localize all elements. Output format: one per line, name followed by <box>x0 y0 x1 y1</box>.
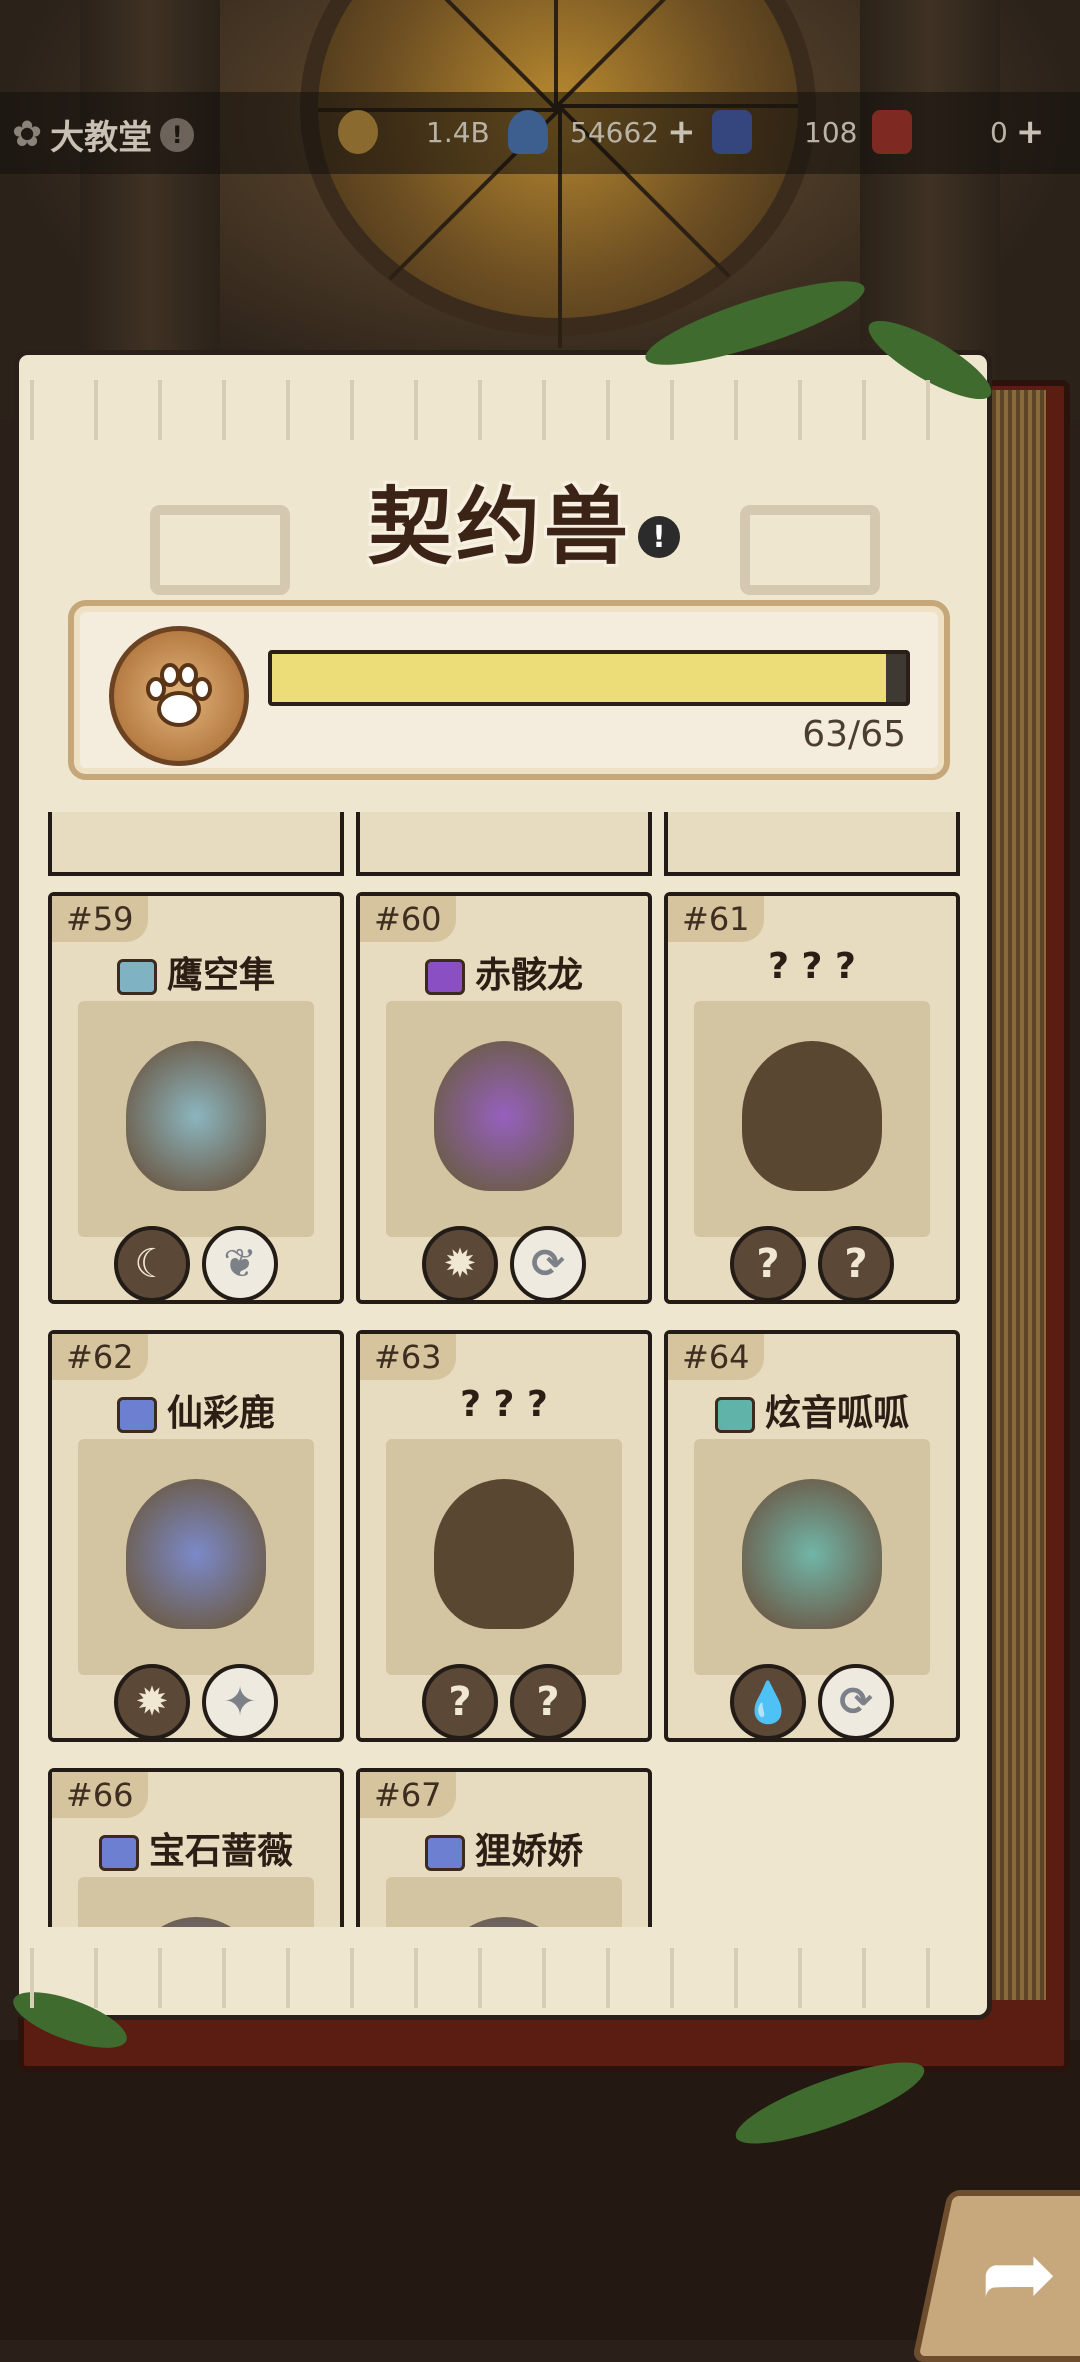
star-badge-icon: ✦ <box>202 1664 278 1740</box>
card-number: #63 <box>360 1334 456 1380</box>
element-badges: ✹ ⟳ <box>360 1226 648 1302</box>
top-status-bar: ✿ 大教堂 ! 1.4B 54662 + 108 0 + <box>0 92 1080 174</box>
card-number: #59 <box>52 896 148 942</box>
card-partial[interactable] <box>48 812 344 876</box>
collection-progress-fill <box>272 654 887 702</box>
card-number: #64 <box>668 1334 764 1380</box>
card-name-text: ? ? ? <box>768 946 856 987</box>
element-badges: ✹ ✦ <box>52 1664 340 1740</box>
water-badge-icon: 💧 <box>730 1664 806 1740</box>
card-name: 赤骸龙 <box>360 946 648 998</box>
rarity-emblem-icon <box>116 1397 157 1433</box>
beast-card[interactable]: #61? ? ??? <box>664 892 960 1304</box>
beast-card[interactable]: #66 宝石蔷薇 <box>48 1768 344 1927</box>
page-border-pattern <box>20 380 960 440</box>
beast-portrait <box>386 1001 622 1237</box>
sun-badge-icon: ✹ <box>114 1664 190 1740</box>
beast-portrait <box>78 1439 314 1675</box>
beast-card[interactable]: #67 狸娇娇 <box>356 1768 652 1927</box>
rarity-emblem-icon <box>116 959 157 995</box>
blue-ticket-icon <box>712 110 752 154</box>
leaf-badge-icon: ❦ <box>202 1226 278 1302</box>
red-ticket-value: 0 <box>990 115 1008 149</box>
sun-badge-icon: ✹ <box>422 1226 498 1302</box>
blue-crystal-icon <box>508 110 548 154</box>
arrow-right-icon: ➦ <box>980 2220 1058 2327</box>
card-name: ? ? ? <box>360 1384 648 1425</box>
unknown-badge-icon: ? <box>818 1226 894 1302</box>
red-ticket-add-button[interactable]: + <box>1016 112 1045 152</box>
rarity-emblem-icon <box>424 1835 465 1871</box>
beast-portrait <box>78 1001 314 1237</box>
beast-silhouette <box>694 1001 930 1237</box>
collection-progress-text: 63/65 <box>802 714 906 755</box>
page-title: 契约兽 <box>367 478 632 576</box>
card-name-text: 鹰空隼 <box>166 955 275 996</box>
rarity-emblem-icon <box>714 1397 755 1433</box>
card-number: #62 <box>52 1334 148 1380</box>
beast-silhouette <box>386 1439 622 1675</box>
red-ticket-icon <box>872 110 912 154</box>
element-badges: ?? <box>360 1664 648 1740</box>
card-name-text: 仙彩鹿 <box>166 1393 275 1434</box>
wind-badge-icon: ⟳ <box>510 1226 586 1302</box>
card-name: ? ? ? <box>668 946 956 987</box>
location-header: ✿ 大教堂 ! <box>12 110 195 159</box>
resource-red-ticket: 0 + <box>872 110 1044 154</box>
card-name-text: 赤骸龙 <box>474 955 583 996</box>
moon-badge-icon: ☾ <box>114 1226 190 1302</box>
card-name: 鹰空隼 <box>52 946 340 998</box>
beast-card[interactable]: #60 赤骸龙 ✹ ⟳ <box>356 892 652 1304</box>
resource-gold: 1.4B <box>338 110 490 154</box>
card-partial[interactable] <box>664 812 960 876</box>
gold-value: 1.4B <box>426 115 490 149</box>
beast-card[interactable]: #62 仙彩鹿 ✹ ✦ <box>48 1330 344 1742</box>
beast-portrait <box>694 1439 930 1675</box>
title-info-icon[interactable]: ! <box>638 516 680 558</box>
card-name-text: 炫音呱呱 <box>764 1393 909 1434</box>
beast-card-grid: #59 鹰空隼 ☾ ❦ #60 赤骸龙 ✹ ⟳ #61? ? ??? #62 仙彩鹿 ✹ ✦ #63? ?… <box>30 812 970 1927</box>
unknown-badge-icon: ? <box>422 1664 498 1740</box>
flower-icon: ✿ <box>12 114 43 155</box>
card-number: #61 <box>668 896 764 942</box>
card-name-text: 宝石蔷薇 <box>148 1831 293 1872</box>
resource-crystal: 54662 + <box>508 110 696 154</box>
location-info-icon[interactable]: ! <box>160 117 195 152</box>
card-name: 狸娇娇 <box>360 1822 648 1874</box>
card-name: 宝石蔷薇 <box>52 1822 340 1874</box>
beast-card[interactable]: #63? ? ??? <box>356 1330 652 1742</box>
beast-card[interactable]: #64 炫音呱呱 💧 ⟳ <box>664 1330 960 1742</box>
rarity-emblem-icon <box>424 959 465 995</box>
unknown-badge-icon: ? <box>730 1226 806 1302</box>
rarity-emblem-icon <box>98 1835 139 1871</box>
element-badges: ?? <box>668 1226 956 1302</box>
card-number: #66 <box>52 1772 148 1818</box>
card-name: 炫音呱呱 <box>668 1384 956 1436</box>
card-name-text: ? ? ? <box>460 1384 548 1425</box>
collection-progress-panel: 63/65 <box>68 600 950 780</box>
gold-coin-icon <box>338 110 378 154</box>
blue-ticket-value: 108 <box>804 115 858 149</box>
crystal-add-button[interactable]: + <box>667 112 696 152</box>
beast-portrait <box>386 1877 622 1927</box>
beast-portrait <box>78 1877 314 1927</box>
crystal-value: 54662 <box>570 115 660 149</box>
element-badges: 💧 ⟳ <box>668 1664 956 1740</box>
paw-icon <box>109 626 249 766</box>
page-border-pattern <box>20 1948 960 2008</box>
card-name: 仙彩鹿 <box>52 1384 340 1436</box>
collection-progress-bar <box>268 650 910 706</box>
beast-card[interactable]: #59 鹰空隼 ☾ ❦ <box>48 892 344 1304</box>
card-partial[interactable] <box>356 812 652 876</box>
card-name-text: 狸娇娇 <box>474 1831 583 1872</box>
bottom-floor <box>0 2040 1080 2340</box>
unknown-badge-icon: ? <box>510 1664 586 1740</box>
resource-blue-ticket: 108 <box>712 110 857 154</box>
card-number: #67 <box>360 1772 456 1818</box>
card-number: #60 <box>360 896 456 942</box>
element-badges: ☾ ❦ <box>52 1226 340 1302</box>
wind-badge-icon: ⟳ <box>818 1664 894 1740</box>
location-title: 大教堂 <box>50 118 153 158</box>
